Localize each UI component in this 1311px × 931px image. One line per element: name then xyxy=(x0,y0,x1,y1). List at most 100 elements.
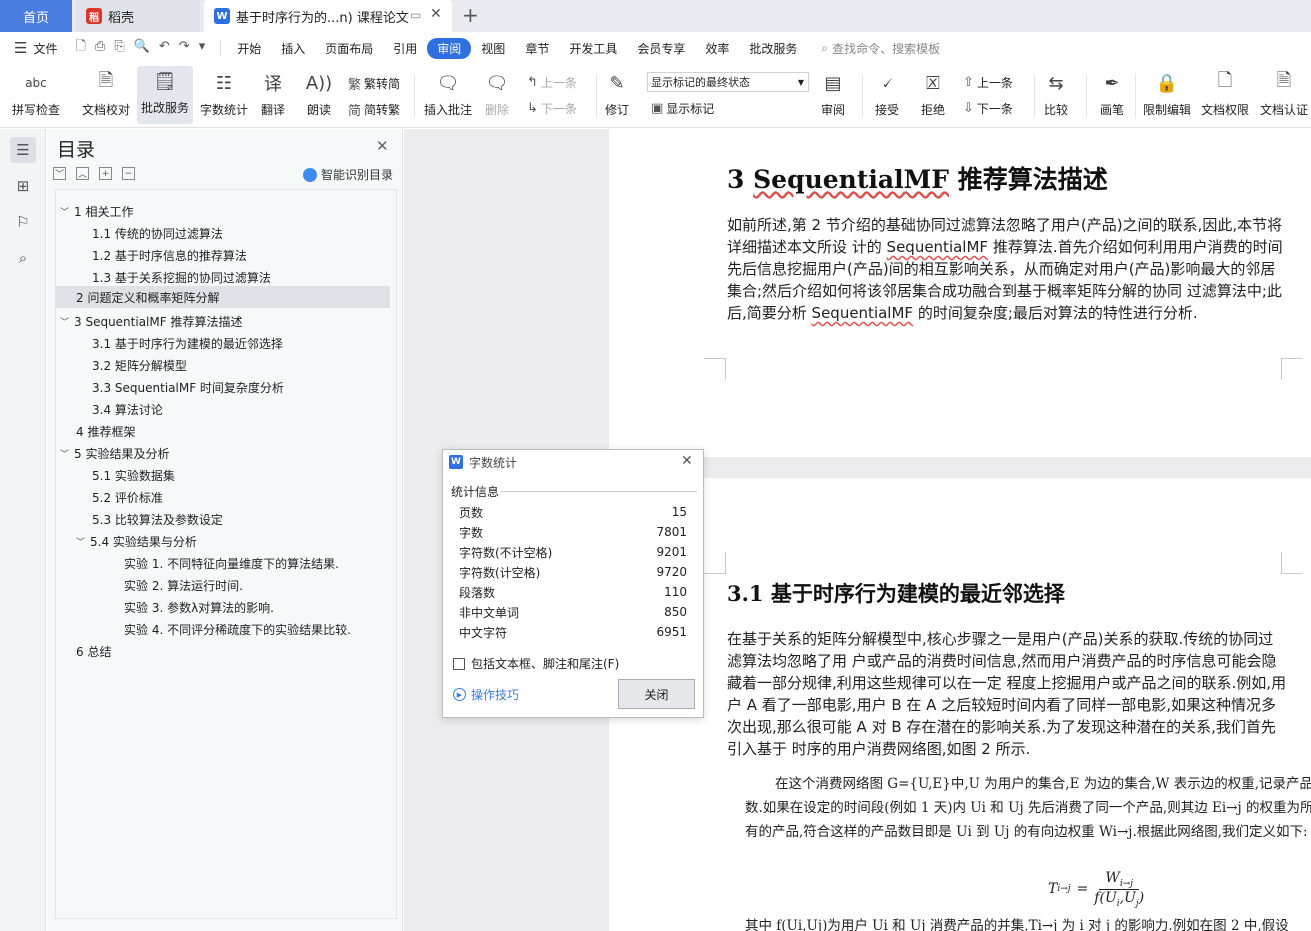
menu-devtools[interactable]: 开发工具 xyxy=(559,40,627,57)
prev-comment-button[interactable]: ↰ 上一条 xyxy=(527,74,577,91)
toc-item-selected[interactable]: 2 问题定义和概率矩阵分解 xyxy=(56,286,390,308)
tab-close-icon[interactable]: ✕ xyxy=(430,6,442,22)
toc-item[interactable]: ﹀ 1 相关工作 xyxy=(60,200,133,222)
toc-item[interactable]: 5.1 实验数据集 xyxy=(92,464,175,486)
insert-comment-button[interactable]: 🗨 插入批注 xyxy=(424,68,472,118)
toc-item[interactable]: 实验 1. 不同特征向量维度下的算法结果. xyxy=(124,552,339,574)
toc-item[interactable]: ﹀ 5 实验结果及分析 xyxy=(60,442,169,464)
toc-item-label: 实验 3. 参数λ对算法的影响. xyxy=(124,600,274,615)
prev-change-icon: ⇧ xyxy=(963,75,974,90)
translate-button[interactable]: 译翻译 xyxy=(258,68,288,118)
accept-button[interactable]: 🗸 接受 xyxy=(872,68,902,118)
menu-review-service[interactable]: 批改服务 xyxy=(739,40,807,57)
toc-item[interactable]: 1.2 基于时序信息的推荐算法 xyxy=(92,244,247,266)
chevron-down-icon[interactable]: ﹀ xyxy=(60,447,74,460)
add-icon[interactable]: + xyxy=(99,167,112,180)
delete-comment-button[interactable]: 🗨 删除 xyxy=(482,68,512,118)
command-search[interactable]: 查找命令、搜索模板 xyxy=(832,40,940,57)
search-icon[interactable]: ⌕ xyxy=(10,245,36,271)
toc-item[interactable]: ﹀ 3 SequentialMF 推荐算法描述 xyxy=(60,310,242,332)
toc-item[interactable]: 3.4 算法讨论 xyxy=(92,398,163,420)
chevron-down-icon[interactable]: ﹀ xyxy=(60,315,74,328)
doc-permission-button[interactable]: 🗋 文档权限 xyxy=(1201,68,1249,118)
checkbox-box[interactable] xyxy=(453,657,465,670)
show-markup-button[interactable]: ▣ 显示标记 xyxy=(651,100,714,117)
read-aloud-button[interactable]: A)) 朗读 xyxy=(304,68,334,118)
dialog-header[interactable]: W 字数统计 xyxy=(443,450,703,474)
review-service-label: 批改服务 xyxy=(141,101,190,115)
review-pane-icon: ▤ xyxy=(824,72,842,94)
comment-icon: 🗨 xyxy=(436,72,460,94)
tab-daoke[interactable]: 稻稻壳 xyxy=(76,0,200,32)
pen-button[interactable]: ✒ 画笔 xyxy=(1097,68,1127,118)
to-simplified-button[interactable]: 简简转繁 xyxy=(348,100,400,119)
include-footnotes-checkbox[interactable]: 包括文本框、脚注和尾注(F) xyxy=(453,655,619,672)
to-traditional-button[interactable]: 繁繁转简 xyxy=(348,74,400,93)
toc-item[interactable]: 实验 3. 参数λ对算法的影响. xyxy=(124,596,274,618)
menu-start[interactable]: 开始 xyxy=(227,40,271,57)
menu-layout[interactable]: 页面布局 xyxy=(315,40,383,57)
spell-check-button[interactable]: abc 拼写检查 xyxy=(12,68,60,118)
menu-file[interactable]: 文件 xyxy=(27,40,67,57)
remove-icon[interactable]: − xyxy=(122,167,135,180)
toc-item[interactable]: 6 总结 xyxy=(76,640,111,662)
proofread-button[interactable]: 🗎 文档校对 xyxy=(82,68,130,118)
expand-icon[interactable]: ﹀ xyxy=(53,167,66,180)
outline-icon[interactable]: ⊞ xyxy=(10,173,36,199)
next-change-button[interactable]: ⇩ 下一条 xyxy=(963,100,1013,117)
toc-item[interactable]: 实验 2. 算法运行时间. xyxy=(124,574,243,596)
menu-efficiency[interactable]: 效率 xyxy=(695,40,739,57)
markup-state-select[interactable]: 显示标记的最终状态 ▼ xyxy=(647,72,809,92)
smart-toc-button[interactable]: 智能识别目录 xyxy=(303,166,393,183)
compare-button[interactable]: ⇆ 比较 xyxy=(1041,68,1071,118)
toc-item[interactable]: 5.2 评价标准 xyxy=(92,486,163,508)
next-comment-button[interactable]: ↳ 下一条 xyxy=(527,100,577,117)
close-icon[interactable]: ✕ xyxy=(376,137,389,155)
menu-reference[interactable]: 引用 xyxy=(383,40,427,57)
toc-item[interactable]: 4 推荐框架 xyxy=(76,420,135,442)
prev-change-label: 上一条 xyxy=(976,76,1013,90)
bookmark-icon[interactable]: ⚐ xyxy=(10,209,36,235)
new-tab-icon[interactable]: + xyxy=(462,3,479,27)
stat-label: 字数 xyxy=(459,525,484,540)
quick-access-icons[interactable]: 🗋⎙⎘🔍↶↷▾ xyxy=(75,37,214,59)
review-service-button[interactable]: 🗒 批改服务 xyxy=(137,66,194,124)
chevron-down-icon[interactable]: ﹀ xyxy=(60,205,74,218)
toc-item[interactable]: 3.1 基于时序行为建模的最近邻选择 xyxy=(92,332,283,354)
monitor-icon[interactable]: ▭ xyxy=(410,8,421,22)
review-pane-button[interactable]: ▤ 审阅 xyxy=(818,68,848,118)
menu-member[interactable]: 会员专享 xyxy=(627,40,695,57)
toc-item[interactable]: 实验 4. 不同评分稀疏度下的实验结果比较. xyxy=(124,618,351,640)
revise-button[interactable]: ✎ 修订 xyxy=(602,68,632,118)
toc-icon[interactable]: ☰ xyxy=(10,137,36,163)
toc-item[interactable]: 3.2 矩阵分解模型 xyxy=(92,354,187,376)
chevron-down-icon[interactable]: ﹀ xyxy=(76,535,90,548)
formula-denominator: f(U xyxy=(1094,889,1117,906)
tab-home[interactable]: 首页 xyxy=(0,0,72,32)
collapse-icon[interactable]: ︿ xyxy=(76,167,89,180)
tips-link[interactable]: ▶ 操作技巧 xyxy=(453,686,519,703)
doc-cert-button[interactable]: 🗎 文档认证 xyxy=(1260,68,1308,118)
hamburger-icon[interactable]: ☰ xyxy=(14,39,27,57)
restrict-edit-button[interactable]: 🔒 限制编辑 xyxy=(1143,68,1191,118)
stat-value: 15 xyxy=(671,505,687,519)
daoke-icon: 稻 xyxy=(86,8,102,24)
menu-insert[interactable]: 插入 xyxy=(271,40,315,57)
menu-view[interactable]: 视图 xyxy=(471,40,515,57)
close-icon[interactable]: ✕ xyxy=(681,453,693,469)
toc-item[interactable]: 1.1 传统的协同过滤算法 xyxy=(92,222,223,244)
divider xyxy=(1086,74,1087,118)
heading-3: 3 SequentialMF 推荐算法描述 xyxy=(727,160,1108,196)
toc-item[interactable]: ﹀ 5.4 实验结果与分析 xyxy=(76,530,197,552)
reject-button[interactable]: 🗵 拒绝 xyxy=(918,68,948,118)
paragraph: 如前所述,第 2 节介绍的基础协同过滤算法忽略了用户(产品)之间的联系,因此,本… xyxy=(727,214,1287,324)
menu-review[interactable]: 审阅 xyxy=(427,37,472,59)
toc-item[interactable]: 3.3 SequentialMF 时间复杂度分析 xyxy=(92,376,284,398)
toc-item[interactable]: 5.3 比较算法及参数设定 xyxy=(92,508,223,530)
tab-document[interactable]: W 基于时序行为的...n) 课程论文 ▭ ✕ xyxy=(204,0,452,32)
close-button[interactable]: 关闭 xyxy=(618,679,695,709)
word-count-button[interactable]: ☷ 字数统计 xyxy=(200,68,248,118)
prev-change-button[interactable]: ⇧ 上一条 xyxy=(963,74,1013,91)
menu-chapter[interactable]: 章节 xyxy=(515,40,559,57)
toc-item[interactable]: 1.3 基于关系挖掘的协同过滤算法 xyxy=(92,266,271,288)
